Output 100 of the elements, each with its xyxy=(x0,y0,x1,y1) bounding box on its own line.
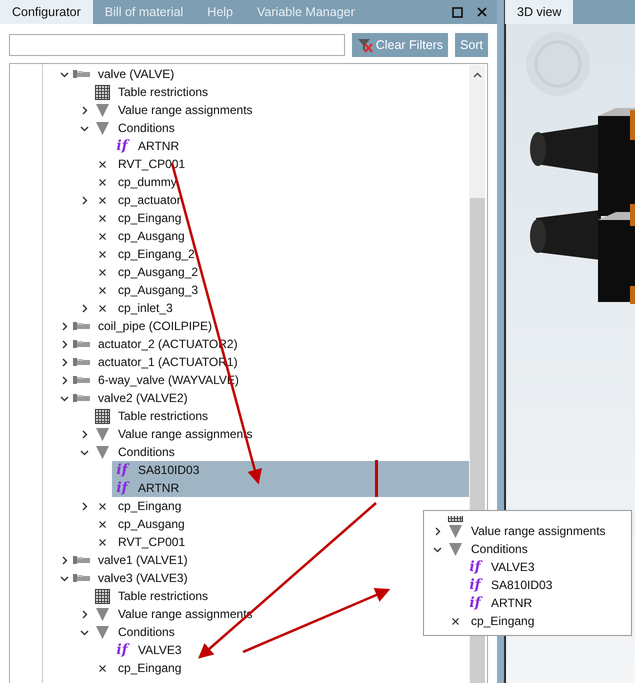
scroll-up-icon[interactable] xyxy=(472,72,482,78)
close-icon[interactable] xyxy=(477,7,487,17)
cross-icon xyxy=(98,286,106,294)
tree-item[interactable]: if VALVE3 xyxy=(465,558,535,576)
cross-icon xyxy=(98,250,106,258)
tree-item[interactable]: Value range assignments xyxy=(92,101,253,119)
tree-item[interactable]: cp_Eingang xyxy=(445,612,534,630)
if-icon: if xyxy=(469,596,481,610)
tree-item[interactable]: cp_Eingang_2 xyxy=(92,245,195,263)
tree-item[interactable]: if ARTNR xyxy=(465,594,532,612)
tree-item[interactable]: Table restrictions xyxy=(92,587,208,605)
tab[interactable]: Configurator xyxy=(0,0,93,24)
chevron-icon[interactable] xyxy=(60,394,68,402)
tree-item[interactable]: Table restrictions xyxy=(92,83,208,101)
tree-item[interactable]: RVT_CP001 xyxy=(92,533,186,551)
triangle-icon xyxy=(448,542,462,556)
part-icon xyxy=(73,357,91,367)
chevron-icon[interactable] xyxy=(80,502,88,510)
table-icon xyxy=(94,588,110,604)
marker-line xyxy=(375,460,378,497)
part-icon xyxy=(73,339,91,349)
part-icon xyxy=(73,393,91,403)
tree-item[interactable]: valve2 (VALVE2) xyxy=(72,389,188,407)
chevron-icon[interactable] xyxy=(60,376,68,384)
tree-item[interactable]: Conditions xyxy=(92,443,175,461)
chevron-icon[interactable] xyxy=(80,304,88,312)
if-icon: if xyxy=(116,481,128,495)
chevron-icon[interactable] xyxy=(60,70,68,78)
chevron-icon[interactable] xyxy=(80,448,88,456)
chevron-icon[interactable] xyxy=(60,556,68,564)
triangle-icon xyxy=(96,608,108,620)
triangle-icon xyxy=(448,524,462,538)
part-icon xyxy=(73,321,91,331)
tree-item[interactable]: Conditions xyxy=(445,540,528,558)
chevron-icon[interactable] xyxy=(80,106,88,114)
triangle-icon xyxy=(96,428,108,440)
clear-filter-icon xyxy=(356,37,373,53)
maximize-icon[interactable] xyxy=(452,6,463,18)
tree-item[interactable]: cp_Eingang xyxy=(92,209,182,227)
tree-item[interactable]: Table restrictions xyxy=(92,407,208,425)
triangle-icon xyxy=(96,122,108,134)
triangle-icon xyxy=(96,104,108,116)
if-icon: if xyxy=(469,560,481,574)
tree-item[interactable]: cp_Ausgang_2 xyxy=(92,263,198,281)
tree-item[interactable]: cp_Eingang xyxy=(92,659,182,677)
tree-item[interactable]: cp_Eingang xyxy=(92,497,182,515)
table-icon xyxy=(94,84,110,100)
tree-item[interactable]: valve (VALVE) xyxy=(72,65,174,83)
chevron-icon[interactable] xyxy=(80,628,88,636)
cross-icon xyxy=(98,178,106,186)
table-icon xyxy=(94,408,110,424)
chevron-icon[interactable] xyxy=(80,124,88,132)
table-icon xyxy=(448,516,463,522)
chevron-icon[interactable] xyxy=(60,358,68,366)
cross-icon xyxy=(98,520,106,528)
cross-icon xyxy=(98,232,106,240)
cross-icon xyxy=(98,196,106,204)
part-icon xyxy=(73,573,91,583)
part-icon xyxy=(73,555,91,565)
cross-icon xyxy=(98,502,106,510)
cross-icon xyxy=(98,268,106,276)
chevron-icon[interactable] xyxy=(432,544,442,554)
part-icon xyxy=(73,69,91,79)
cross-icon xyxy=(98,664,106,672)
part-icon xyxy=(73,375,91,385)
tab[interactable]: 3D view xyxy=(505,0,574,24)
chevron-icon[interactable] xyxy=(432,526,442,536)
tree-item[interactable]: valve1 (VALVE1) xyxy=(72,551,188,569)
tree-item[interactable]: cp_inlet_3 xyxy=(92,299,173,317)
tree-item[interactable]: if SA810ID03 xyxy=(465,576,552,594)
triangle-icon xyxy=(96,626,108,638)
if-icon: if xyxy=(116,139,128,153)
tree-item[interactable]: if SA810ID03 xyxy=(112,461,469,479)
if-icon: if xyxy=(116,643,128,657)
cross-icon xyxy=(452,618,458,624)
tree-item[interactable]: valve3 (VALVE3) xyxy=(72,569,188,587)
cross-icon xyxy=(98,160,106,168)
if-icon: if xyxy=(116,463,128,477)
chevron-icon[interactable] xyxy=(60,340,68,348)
tree-item[interactable]: RVT_CP001 xyxy=(92,155,186,173)
search-field[interactable] xyxy=(9,34,345,56)
tree-item[interactable]: cp_Ausgang_3 xyxy=(92,281,198,299)
chevron-icon[interactable] xyxy=(80,430,88,438)
tree-item[interactable]: cp_Ausgang xyxy=(92,227,185,245)
tree-item[interactable]: cp_Ausgang xyxy=(92,515,185,533)
tree-item[interactable]: cp_actuator xyxy=(92,191,181,209)
tree-item[interactable]: Value range assignments xyxy=(445,522,606,540)
tree-item[interactable]: Conditions xyxy=(92,119,175,137)
chevron-icon[interactable] xyxy=(80,196,88,204)
tree-item[interactable]: if ARTNR xyxy=(112,137,180,155)
tree-item[interactable]: cp_dummy xyxy=(92,173,177,191)
chevron-icon[interactable] xyxy=(80,610,88,618)
tree-item[interactable]: Conditions xyxy=(92,623,175,641)
chevron-icon[interactable] xyxy=(60,574,68,582)
cross-icon xyxy=(98,538,106,546)
tree-item[interactable]: if VALVE3 xyxy=(112,641,182,659)
tree-item[interactable]: if ARTNR xyxy=(112,479,469,497)
chevron-icon[interactable] xyxy=(60,322,68,330)
tree-item[interactable]: coil_pipe (COILPIPE) xyxy=(72,317,212,335)
if-icon: if xyxy=(469,578,481,592)
